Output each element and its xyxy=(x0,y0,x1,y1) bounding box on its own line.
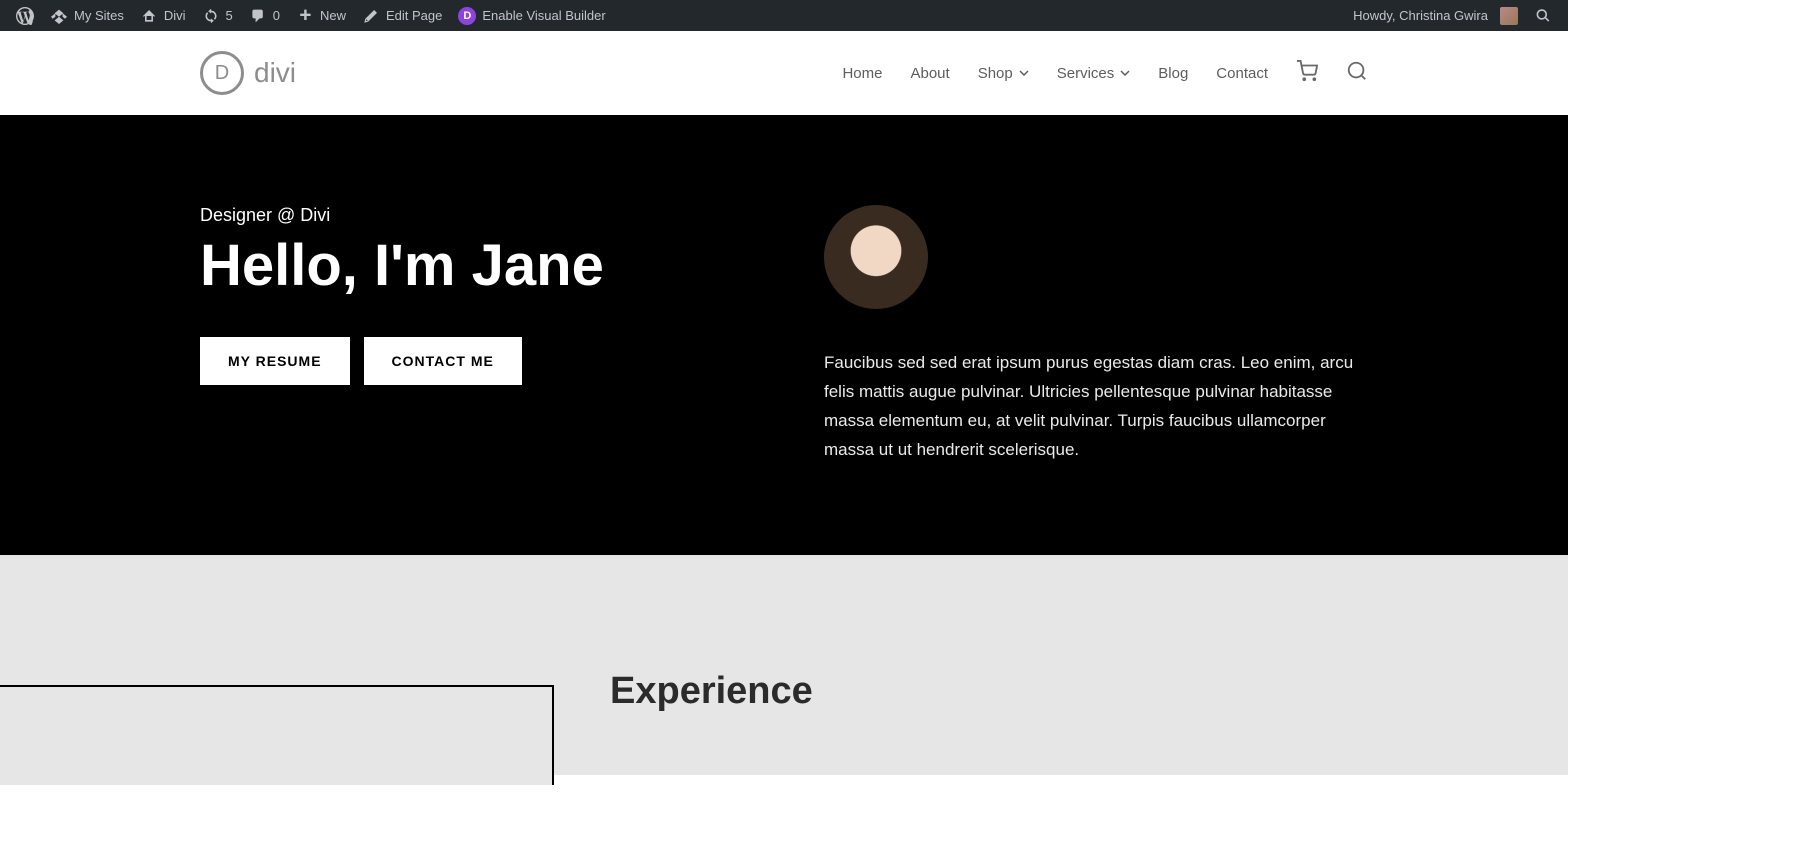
new-content-link[interactable]: New xyxy=(288,0,354,31)
home-icon xyxy=(140,7,158,25)
nav-about[interactable]: About xyxy=(910,65,949,82)
comments-count: 0 xyxy=(273,8,280,23)
pencil-icon xyxy=(362,7,380,25)
edit-page-label: Edit Page xyxy=(386,8,442,23)
main-nav: Home About Shop Services Blog Contact xyxy=(842,60,1368,87)
nav-home[interactable]: Home xyxy=(842,65,882,82)
hero-grid: Designer @ Divi Hello, I'm Jane MY RESUM… xyxy=(200,205,1368,465)
hero-left: Designer @ Divi Hello, I'm Jane MY RESUM… xyxy=(200,205,744,465)
enable-visual-builder-link[interactable]: D Enable Visual Builder xyxy=(450,0,613,31)
logo-circle-icon: D xyxy=(200,51,244,95)
hero-bio: Faucibus sed sed erat ipsum purus egesta… xyxy=(824,349,1368,465)
nav-services[interactable]: Services xyxy=(1057,65,1131,82)
hero-title: Hello, I'm Jane xyxy=(200,236,744,297)
new-label: New xyxy=(320,8,346,23)
site-name-link[interactable]: Divi xyxy=(132,0,194,31)
site-header: D divi Home About Shop Services Blog Con… xyxy=(0,31,1568,115)
edit-page-link[interactable]: Edit Page xyxy=(354,0,450,31)
comments-link[interactable]: 0 xyxy=(241,0,288,31)
nav-shop[interactable]: Shop xyxy=(978,65,1029,82)
hero-buttons: MY RESUME CONTACT ME xyxy=(200,337,744,385)
experience-frame xyxy=(0,685,554,785)
user-avatar-icon xyxy=(1500,7,1518,25)
site-name-label: Divi xyxy=(164,8,186,23)
my-sites-link[interactable]: My Sites xyxy=(42,0,132,31)
admin-bar-left: My Sites Divi 5 0 New xyxy=(8,0,614,31)
updates-count: 5 xyxy=(226,8,233,23)
refresh-icon xyxy=(202,7,220,25)
network-icon xyxy=(50,7,68,25)
logo-text: divi xyxy=(254,57,296,89)
hero-section: Designer @ Divi Hello, I'm Jane MY RESUM… xyxy=(0,115,1568,555)
cart-icon[interactable] xyxy=(1296,60,1318,87)
enable-vb-label: Enable Visual Builder xyxy=(482,8,605,23)
experience-title: Experience xyxy=(610,670,1568,713)
site-logo[interactable]: D divi xyxy=(200,51,296,95)
nav-blog[interactable]: Blog xyxy=(1158,65,1188,82)
contact-button[interactable]: CONTACT ME xyxy=(364,337,522,385)
chevron-down-icon xyxy=(1019,70,1029,76)
wordpress-icon xyxy=(16,7,34,25)
nav-shop-label: Shop xyxy=(978,65,1013,82)
admin-search[interactable] xyxy=(1526,0,1560,31)
divi-icon: D xyxy=(458,7,476,25)
howdy-label: Howdy, Christina Gwira xyxy=(1353,8,1488,23)
search-icon[interactable] xyxy=(1346,60,1368,87)
chevron-down-icon xyxy=(1120,70,1130,76)
resume-button[interactable]: MY RESUME xyxy=(200,337,350,385)
admin-bar-right: Howdy, Christina Gwira xyxy=(1345,0,1560,31)
plus-icon xyxy=(296,7,314,25)
experience-section: Experience xyxy=(0,555,1568,775)
wp-admin-bar: My Sites Divi 5 0 New xyxy=(0,0,1568,31)
hero-right: Faucibus sed sed erat ipsum purus egesta… xyxy=(824,205,1368,465)
profile-avatar xyxy=(824,205,928,309)
hero-subtitle: Designer @ Divi xyxy=(200,205,744,226)
wp-logo[interactable] xyxy=(8,0,42,31)
nav-contact[interactable]: Contact xyxy=(1216,65,1268,82)
comment-icon xyxy=(249,7,267,25)
nav-services-label: Services xyxy=(1057,65,1115,82)
user-greeting[interactable]: Howdy, Christina Gwira xyxy=(1345,0,1526,31)
search-icon xyxy=(1534,7,1552,25)
my-sites-label: My Sites xyxy=(74,8,124,23)
updates-link[interactable]: 5 xyxy=(194,0,241,31)
